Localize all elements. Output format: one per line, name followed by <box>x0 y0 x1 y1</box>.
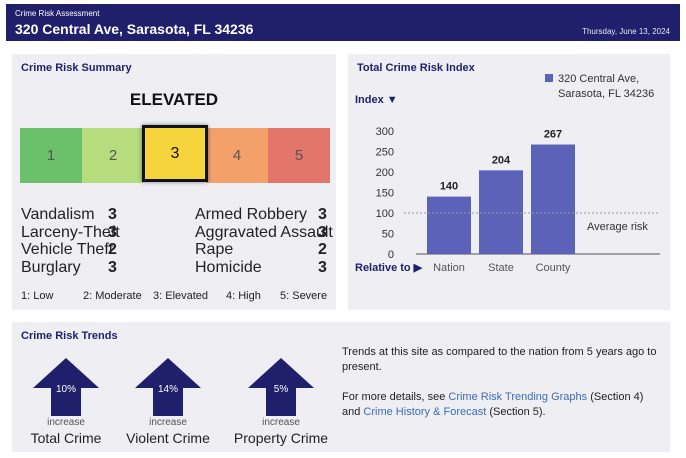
scale-legend-high: 4: High <box>226 290 261 302</box>
crime-score: 2 <box>108 241 117 258</box>
trend-name: Violent Crime <box>126 430 210 446</box>
trend-direction: increase <box>47 417 85 428</box>
average-risk-label: Average risk <box>587 221 648 233</box>
crime-name: Rape <box>195 241 234 258</box>
trend-name: Total Crime <box>30 430 102 446</box>
trend-description: Trends at this site as compared to the n… <box>342 345 662 435</box>
risk-scale: 1 2 4 5 3 <box>20 125 330 183</box>
report-date: Thursday, June 13, 2024 <box>582 27 670 36</box>
crime-score: 3 <box>108 224 117 241</box>
x-axis-label: Relative to ▶ <box>355 262 423 274</box>
trends-title: Crime Risk Trends <box>21 330 118 342</box>
trend-direction: increase <box>149 417 187 428</box>
trend-summary-text: Trends at this site as compared to the n… <box>342 346 657 373</box>
bar-value-label: 204 <box>492 154 511 166</box>
y-axis-label: Index ▼ <box>355 94 398 106</box>
risk-scale-1: 1 <box>20 128 82 183</box>
crime-risk-summary-panel: Crime Risk Summary ELEVATED 1 2 4 5 3 Va… <box>12 54 336 310</box>
scale-legend-moderate: 2: Moderate <box>83 290 142 302</box>
report-header: Crime Risk Assessment 320 Central Ave, S… <box>6 4 680 41</box>
crime-name: Armed Robbery <box>195 206 308 223</box>
x-tick-label: State <box>488 262 514 274</box>
crime-score: 3 <box>318 259 327 276</box>
trend-name: Property Crime <box>233 430 329 446</box>
property-crime-trend-arrow: 5% <box>248 358 314 416</box>
bar-nation <box>427 196 471 254</box>
total-crime-trend-arrow: 10% <box>33 358 99 416</box>
scale-legend-severe: 5: Severe <box>280 290 328 302</box>
scale-legend-elevated: 3: Elevated <box>153 290 209 302</box>
crime-score: 2 <box>318 241 327 258</box>
x-tick-label: County <box>536 262 571 274</box>
crime-item: Rape 2 <box>195 241 330 258</box>
risk-level: ELEVATED <box>129 90 219 109</box>
y-tick-label: 300 <box>376 126 394 138</box>
y-tick-label: 0 <box>388 249 394 261</box>
details-prefix: For more details, see <box>342 391 449 403</box>
bar-value-label: 267 <box>544 129 562 141</box>
details-suffix: (Section 5). <box>486 406 546 418</box>
crime-item: Aggravated Assault 3 <box>195 224 333 241</box>
crime-item: Homicide 3 <box>195 259 330 276</box>
trend-details-text: For more details, see Crime Risk Trendin… <box>342 390 662 420</box>
y-tick-label: 200 <box>376 167 394 179</box>
x-tick-label: Nation <box>433 262 465 274</box>
trend-percent: 10% <box>55 384 76 395</box>
crime-item: Armed Robbery 3 <box>195 206 330 223</box>
crime-history-forecast-link[interactable]: Crime History & Forecast <box>363 406 486 418</box>
y-tick-label: 50 <box>382 229 394 241</box>
scale-legend-low: 1: Low <box>21 290 54 302</box>
crime-item: Burglary 3 <box>21 259 131 276</box>
y-tick-label: 250 <box>376 147 394 159</box>
crime-score: 3 <box>318 224 327 241</box>
crime-score: 3 <box>108 259 117 276</box>
crime-name: Larceny-Theft <box>21 224 120 241</box>
bar-county <box>531 144 575 254</box>
crime-risk-trending-graphs-link[interactable]: Crime Risk Trending Graphs <box>448 391 587 403</box>
risk-scale-4: 4 <box>206 128 268 183</box>
crime-risk-trends-panel: Crime Risk Trends 10% increase Total Cri… <box>12 322 670 452</box>
risk-scale-3-selected: 3 <box>142 125 208 182</box>
crime-index-bar-chart: Index ▼ 0 50 100 150 200 250 300 140 Nation 204 Sta… <box>355 94 660 274</box>
crime-name: Burglary <box>21 259 81 276</box>
y-tick-label: 100 <box>376 208 394 220</box>
trend-percent: 5% <box>273 384 289 395</box>
bar-state <box>479 170 523 254</box>
trend-direction: increase <box>262 417 300 428</box>
crime-item: Vandalism 3 <box>21 206 131 223</box>
violent-crime-trend-arrow: 14% <box>135 358 201 416</box>
crime-name: Vehicle Theft <box>21 241 114 258</box>
crime-name: Aggravated Assault <box>195 224 333 241</box>
y-tick-label: 150 <box>376 188 394 200</box>
trend-percent: 14% <box>157 384 178 395</box>
crime-item: Larceny-Theft 3 <box>21 224 131 241</box>
total-crime-risk-index-panel: Total Crime Risk Index 320 Central Ave, … <box>348 54 670 310</box>
bar-value-label: 140 <box>440 181 458 193</box>
crime-score: 3 <box>108 206 117 223</box>
crime-name: Homicide <box>195 259 262 276</box>
summary-title: Crime Risk Summary <box>21 62 132 74</box>
risk-scale-5: 5 <box>268 128 330 183</box>
crime-name: Vandalism <box>21 206 95 223</box>
risk-scale-2: 2 <box>82 128 144 183</box>
crime-score: 3 <box>318 206 327 223</box>
report-address: 320 Central Ave, Sarasota, FL 34236 <box>15 21 254 37</box>
crime-item: Vehicle Theft 2 <box>21 241 131 258</box>
report-subtitle: Crime Risk Assessment <box>15 9 100 18</box>
